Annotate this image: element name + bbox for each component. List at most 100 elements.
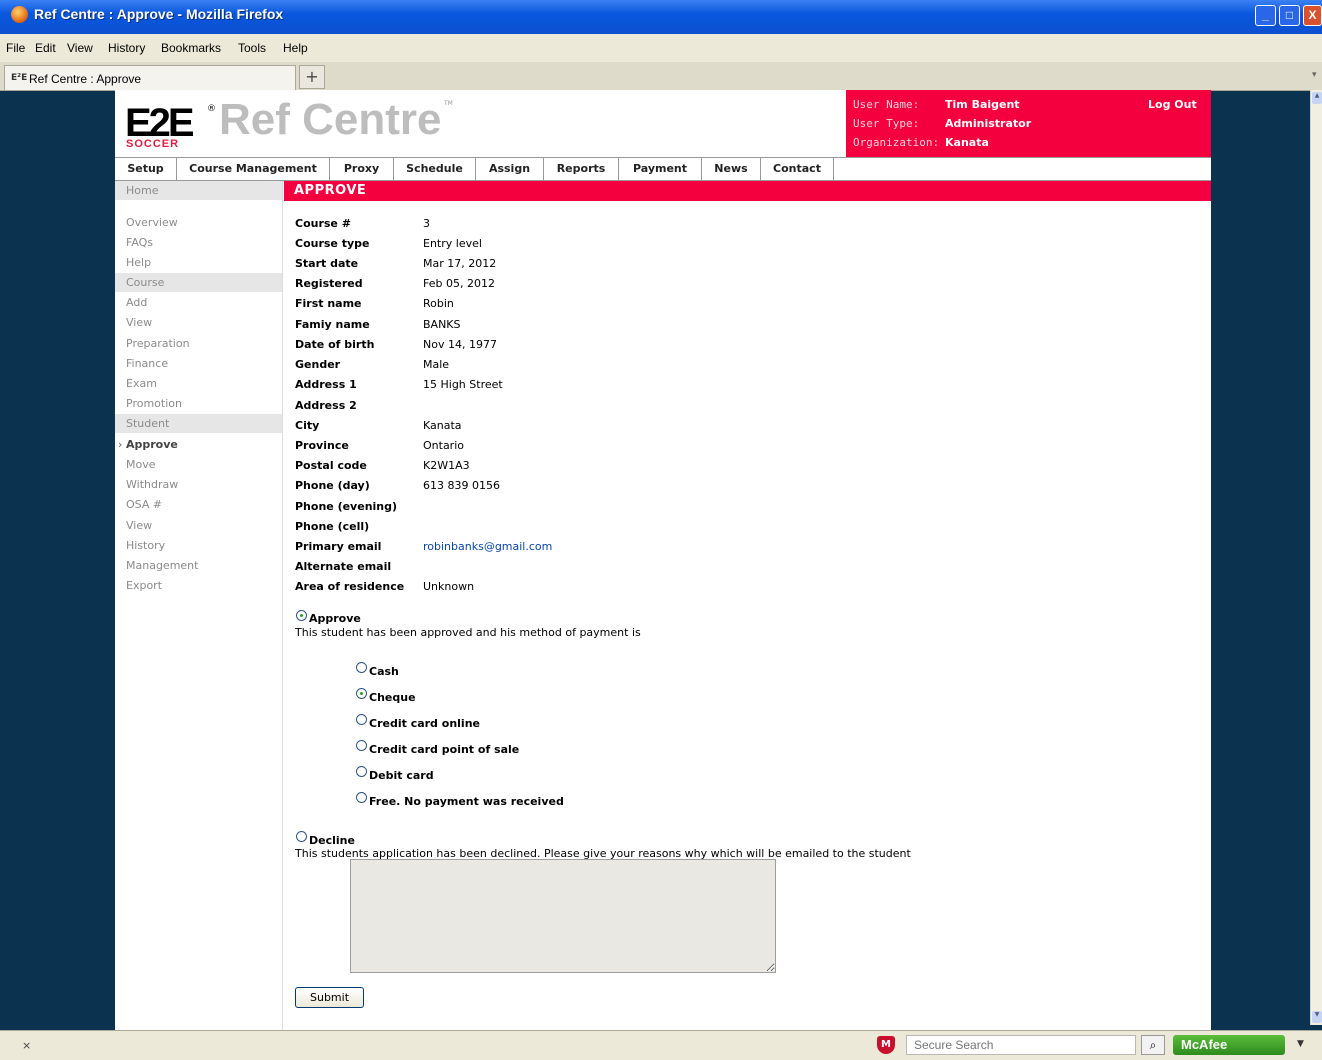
payment-cheque-radio[interactable]	[356, 688, 367, 699]
detail-label: Primary email	[295, 540, 382, 553]
payment-free-label[interactable]: Free. No payment was received	[369, 795, 564, 808]
trademark-mark: TM	[444, 100, 453, 107]
nav-schedule[interactable]: Schedule	[394, 158, 476, 180]
search-icon[interactable]: ⌕	[1141, 1035, 1165, 1055]
sidebar-item-export[interactable]: Export	[115, 576, 282, 595]
firefox-icon	[11, 6, 28, 23]
e2e-soccer-logo: E2E SOCCER ®	[125, 101, 216, 150]
scroll-up-icon[interactable]: ▲	[1312, 92, 1322, 104]
detail-label: Phone (evening)	[295, 500, 398, 513]
payment-free-radio[interactable]	[356, 792, 367, 803]
scroll-down-icon[interactable]: ▼	[1312, 1011, 1322, 1023]
detail-value: 613 839 0156	[423, 479, 500, 492]
menu-bookmarks[interactable]: Bookmarks	[161, 41, 221, 55]
sidebar-section-home[interactable]: Home	[115, 181, 282, 200]
detail-label: Province	[295, 439, 349, 452]
mcafee-status-button[interactable]: McAfee	[1173, 1035, 1285, 1055]
detail-label: Area of residence	[295, 580, 405, 593]
sidebar-item-history[interactable]: History	[115, 536, 282, 555]
detail-label: Start date	[295, 257, 359, 270]
close-addon-bar-icon[interactable]: ×	[22, 1039, 31, 1052]
tab-ref-centre-approve[interactable]: E²E Ref Centre : Approve	[4, 65, 296, 90]
menu-history[interactable]: History	[108, 41, 145, 55]
vertical-scrollbar[interactable]: ▲ ▼	[1310, 90, 1322, 1025]
detail-value: Kanata	[423, 419, 462, 432]
nav-setup[interactable]: Setup	[115, 158, 177, 180]
sidebar-item-faqs[interactable]: FAQs	[115, 233, 282, 252]
sidebar-item-overview[interactable]: Overview	[115, 213, 282, 232]
status-bar: × M ⌕ McAfee ▼	[0, 1030, 1322, 1060]
tab-label: Ref Centre : Approve	[29, 72, 142, 86]
sidebar-item-osa[interactable]: OSA #	[115, 495, 282, 514]
detail-label: Phone (cell)	[295, 520, 370, 533]
payment-cheque-label[interactable]: Cheque	[369, 691, 416, 704]
sidebar-item-withdraw[interactable]: Withdraw	[115, 475, 282, 494]
detail-label: Gender	[295, 358, 341, 371]
payment-debit-radio[interactable]	[356, 766, 367, 777]
sidebar-section-student[interactable]: Student	[115, 414, 282, 433]
nav-payment[interactable]: Payment	[619, 158, 702, 180]
close-button[interactable]: X	[1303, 5, 1322, 26]
window-titlebar: Ref Centre : Approve - Mozilla Firefox _…	[0, 0, 1322, 34]
minimize-button[interactable]: _	[1255, 5, 1276, 26]
sidebar-section-course[interactable]: Course	[115, 273, 282, 292]
sidebar-item-finance[interactable]: Finance	[115, 354, 282, 373]
menu-tools[interactable]: Tools	[238, 41, 266, 55]
menu-edit[interactable]: Edit	[35, 41, 56, 55]
detail-label: Date of birth	[295, 338, 375, 351]
page-title: APPROVE	[284, 181, 1211, 201]
sidebar-item-exam[interactable]: Exam	[115, 374, 282, 393]
sidebar-item-view[interactable]: View	[115, 313, 282, 332]
mcafee-shield-icon[interactable]: M	[877, 1036, 895, 1054]
menu-bar: File Edit View History Bookmarks Tools H…	[0, 34, 1322, 63]
detail-label: Famiy name	[295, 318, 370, 331]
payment-cash-label[interactable]: Cash	[369, 665, 399, 678]
approve-description: This student has been approved and his m…	[295, 626, 641, 639]
payment-credit-online-label[interactable]: Credit card online	[369, 717, 480, 730]
nav-reports[interactable]: Reports	[544, 158, 619, 180]
sidebar-item-move[interactable]: Move	[115, 455, 282, 474]
approve-radio[interactable]	[296, 610, 307, 621]
user-name-label: User Name:	[853, 98, 920, 111]
sidebar-item-preparation[interactable]: Preparation	[115, 334, 282, 353]
approve-radio-label[interactable]: Approve	[309, 612, 361, 625]
sidebar-item-add[interactable]: Add	[115, 293, 282, 312]
decline-reason-textarea[interactable]	[350, 859, 776, 973]
sidebar-item-promotion[interactable]: Promotion	[115, 394, 282, 413]
detail-value: Ontario	[423, 439, 464, 452]
menu-view[interactable]: View	[67, 41, 93, 55]
tab-list-dropdown-icon[interactable]: ▾	[1312, 70, 1317, 80]
detail-label: City	[295, 419, 320, 432]
maximize-button[interactable]: □	[1279, 5, 1300, 26]
sidebar-item-student-view[interactable]: View	[115, 516, 282, 535]
nav-contact[interactable]: Contact	[761, 158, 834, 180]
menu-help[interactable]: Help	[283, 41, 308, 55]
payment-credit-online-radio[interactable]	[356, 714, 367, 725]
nav-assign[interactable]: Assign	[476, 158, 544, 180]
payment-credit-pos-radio[interactable]	[356, 740, 367, 751]
decline-radio[interactable]	[296, 831, 307, 842]
nav-course-management[interactable]: Course Management	[177, 158, 330, 180]
sidebar-item-management[interactable]: Management	[115, 556, 282, 575]
sidebar-item-approve[interactable]: › Approve	[115, 435, 282, 454]
detail-value: Nov 14, 1977	[423, 338, 497, 351]
payment-credit-pos-label[interactable]: Credit card point of sale	[369, 743, 519, 756]
submit-button[interactable]: Submit	[295, 987, 364, 1008]
payment-cash-radio[interactable]	[356, 662, 367, 673]
detail-value: 3	[423, 217, 430, 230]
new-tab-button[interactable]: +	[299, 65, 325, 89]
decline-radio-label[interactable]: Decline	[309, 834, 355, 847]
ref-centre-wordmark: Ref Centre	[219, 95, 442, 144]
nav-news[interactable]: News	[702, 158, 761, 180]
secure-search-input[interactable]	[906, 1035, 1136, 1055]
payment-debit-label[interactable]: Debit card	[369, 769, 434, 782]
detail-label: Phone (day)	[295, 479, 370, 492]
mcafee-dropdown-icon[interactable]: ▼	[1297, 1039, 1304, 1049]
sidebar-item-help[interactable]: Help	[115, 253, 282, 272]
detail-label: Address 2	[295, 399, 357, 412]
detail-value: Feb 05, 2012	[423, 277, 495, 290]
log-out-link[interactable]: Log Out	[1148, 98, 1197, 111]
primary-email-link[interactable]: robinbanks@gmail.com	[423, 540, 552, 553]
menu-file[interactable]: File	[6, 41, 25, 55]
nav-proxy[interactable]: Proxy	[330, 158, 394, 180]
